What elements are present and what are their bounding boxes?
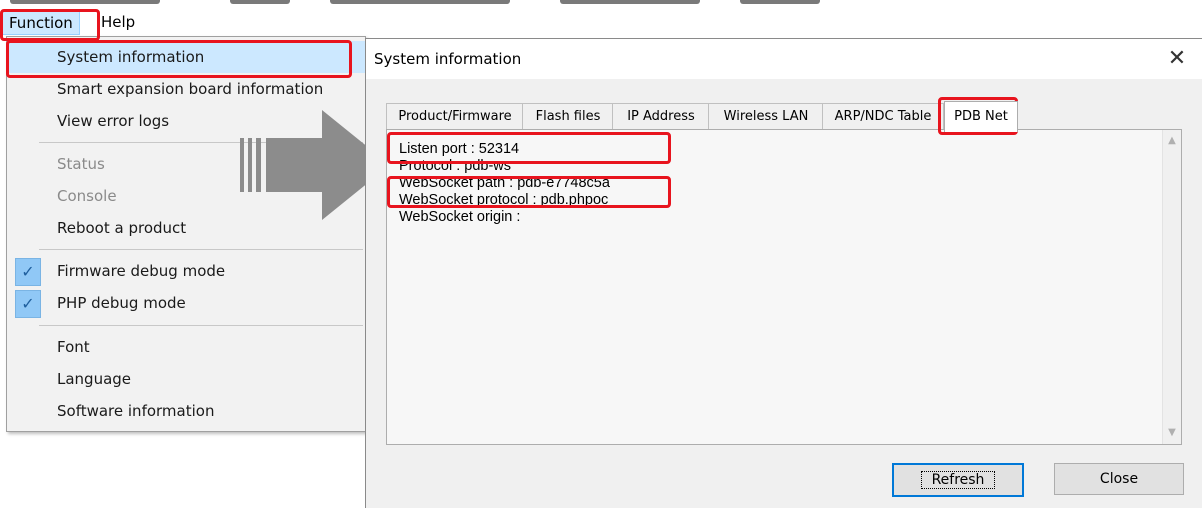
vertical-scrollbar[interactable]: ▲ ▼ <box>1162 130 1181 444</box>
menu-item-label: Firmware debug mode <box>57 262 226 280</box>
tab-arp-ndc-table[interactable]: ARP/NDC Table <box>822 103 944 130</box>
check-icon: ✓ <box>15 290 41 318</box>
menu-item-language[interactable]: Language <box>7 363 365 395</box>
cropped-top-strip <box>0 0 1202 8</box>
menu-item-label: System information <box>57 48 205 66</box>
menu-item-font[interactable]: Font <box>7 331 365 363</box>
menu-item-label: PHP debug mode <box>57 294 186 312</box>
websocket-origin-text: WebSocket origin : <box>399 209 521 225</box>
menu-item-label: Reboot a product <box>57 219 187 237</box>
menu-separator <box>39 249 363 250</box>
menu-item-firmware-debug-mode[interactable]: ✓ Firmware debug mode <box>7 255 365 287</box>
menu-item-label: Console <box>57 187 117 205</box>
tab-flash-files[interactable]: Flash files <box>522 103 614 130</box>
scroll-up-icon[interactable]: ▲ <box>1163 132 1181 150</box>
close-button[interactable]: Close <box>1054 463 1184 495</box>
menu-item-label: Smart expansion board information <box>57 80 324 98</box>
listen-port-text: Listen port : 52314 <box>399 141 520 157</box>
menu-item-label: Language <box>57 370 132 388</box>
menu-item-label: Software information <box>57 402 215 420</box>
menu-item-label: View error logs <box>57 112 170 130</box>
menu-item-label: Status <box>57 155 105 173</box>
menu-item-software-information[interactable]: Software information <box>7 395 365 427</box>
tab-ip-address[interactable]: IP Address <box>612 103 710 130</box>
function-dropdown-menu: System information Smart expansion board… <box>6 36 366 432</box>
menu-separator <box>39 325 363 326</box>
system-information-dialog: System information ✕ Product/Firmware Fl… <box>365 38 1202 508</box>
dialog-title: System information <box>374 50 522 68</box>
menu-item-system-information[interactable]: System information <box>7 41 365 73</box>
tab-product-firmware[interactable]: Product/Firmware <box>386 103 524 130</box>
dialog-titlebar: System information ✕ <box>366 39 1202 79</box>
menu-item-label: Font <box>57 338 90 356</box>
menu-item-php-debug-mode[interactable]: ✓ PHP debug mode <box>7 287 365 319</box>
websocket-path-text: WebSocket path : pdb-e7748c5a <box>399 175 610 191</box>
menu-function[interactable]: Function <box>2 11 80 35</box>
scroll-down-icon[interactable]: ▼ <box>1163 424 1181 442</box>
protocol-text: Protocol : pdb-ws <box>399 158 512 174</box>
refresh-button-label: Refresh <box>920 471 996 489</box>
close-icon[interactable]: ✕ <box>1161 39 1193 79</box>
tab-wireless-lan[interactable]: Wireless LAN <box>708 103 824 130</box>
menu-item-smart-expansion-board-information[interactable]: Smart expansion board information <box>7 73 365 105</box>
pdb-net-panel: Listen port : 52314 Protocol : pdb-ws We… <box>386 129 1182 445</box>
menu-bar: Function Help <box>0 8 1202 36</box>
refresh-button[interactable]: Refresh <box>892 463 1024 497</box>
menu-help[interactable]: Help <box>95 11 141 33</box>
websocket-protocol-text: WebSocket protocol : pdb.phpoc <box>399 192 609 208</box>
tab-pdb-net[interactable]: PDB Net <box>944 101 1018 132</box>
check-icon: ✓ <box>15 258 41 286</box>
